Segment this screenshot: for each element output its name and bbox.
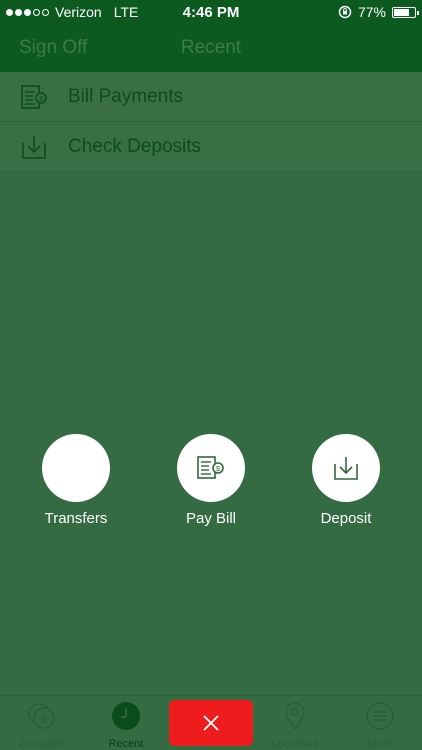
bill-icon: $ <box>197 456 224 479</box>
transfers-action[interactable]: Transfers <box>26 434 126 527</box>
quick-actions: Transfers $ Pay Bill Deposit <box>0 434 422 534</box>
status-bar: Verizon LTE 4:46 PM 77% <box>0 0 422 24</box>
tab-more[interactable]: More <box>338 696 422 750</box>
deposit-label: Deposit <box>320 510 372 527</box>
svg-text:$: $ <box>216 466 220 473</box>
tab-label: Recent <box>108 738 144 750</box>
tab-label: More <box>367 738 393 750</box>
tab-bar: $ Accounts Recent Locations More <box>0 695 422 750</box>
close-icon <box>203 715 219 731</box>
battery-percent: 77% <box>357 4 386 20</box>
status-right: 77% <box>338 4 419 20</box>
menu-item-bill-payments[interactable]: $ Bill Payments <box>0 72 422 122</box>
deposit-button[interactable] <box>312 434 380 502</box>
menu-item-label: Bill Payments <box>68 85 184 107</box>
rotation-lock-icon <box>338 5 352 19</box>
bill-icon: $ <box>21 84 47 109</box>
recent-menu-list: $ Bill Payments Check Deposits <box>0 72 422 172</box>
close-menu-button[interactable] <box>169 700 253 746</box>
page-title: Recent <box>180 37 242 58</box>
tab-label: Locations <box>271 738 319 750</box>
battery-icon <box>392 6 419 18</box>
accounts-coin-icon: $ <box>28 703 55 729</box>
tab-locations[interactable]: Locations <box>253 696 337 750</box>
pay-bill-action[interactable]: $ Pay Bill <box>161 434 261 527</box>
tab-recent[interactable]: Recent <box>84 696 168 750</box>
deposit-action[interactable]: Deposit <box>296 434 396 527</box>
download-tray-icon <box>22 135 46 159</box>
menu-lines-icon <box>366 702 394 730</box>
menu-item-check-deposits[interactable]: Check Deposits <box>0 122 422 172</box>
map-pin-icon <box>285 702 305 731</box>
nav-bar: Sign Off Recent <box>0 24 422 72</box>
transfers-label: Transfers <box>44 510 108 527</box>
svg-text:$: $ <box>41 714 47 725</box>
clock-icon <box>112 702 140 730</box>
tab-label: Accounts <box>19 738 65 750</box>
menu-item-label: Check Deposits <box>68 135 202 157</box>
download-tray-icon <box>334 457 358 480</box>
battery-fill <box>394 8 410 16</box>
pay-bill-button[interactable]: $ <box>177 434 245 502</box>
transfers-button[interactable] <box>42 434 110 502</box>
tab-accounts[interactable]: $ Accounts <box>0 696 84 750</box>
pay-bill-label: Pay Bill <box>185 510 237 527</box>
svg-text:$: $ <box>39 96 43 103</box>
